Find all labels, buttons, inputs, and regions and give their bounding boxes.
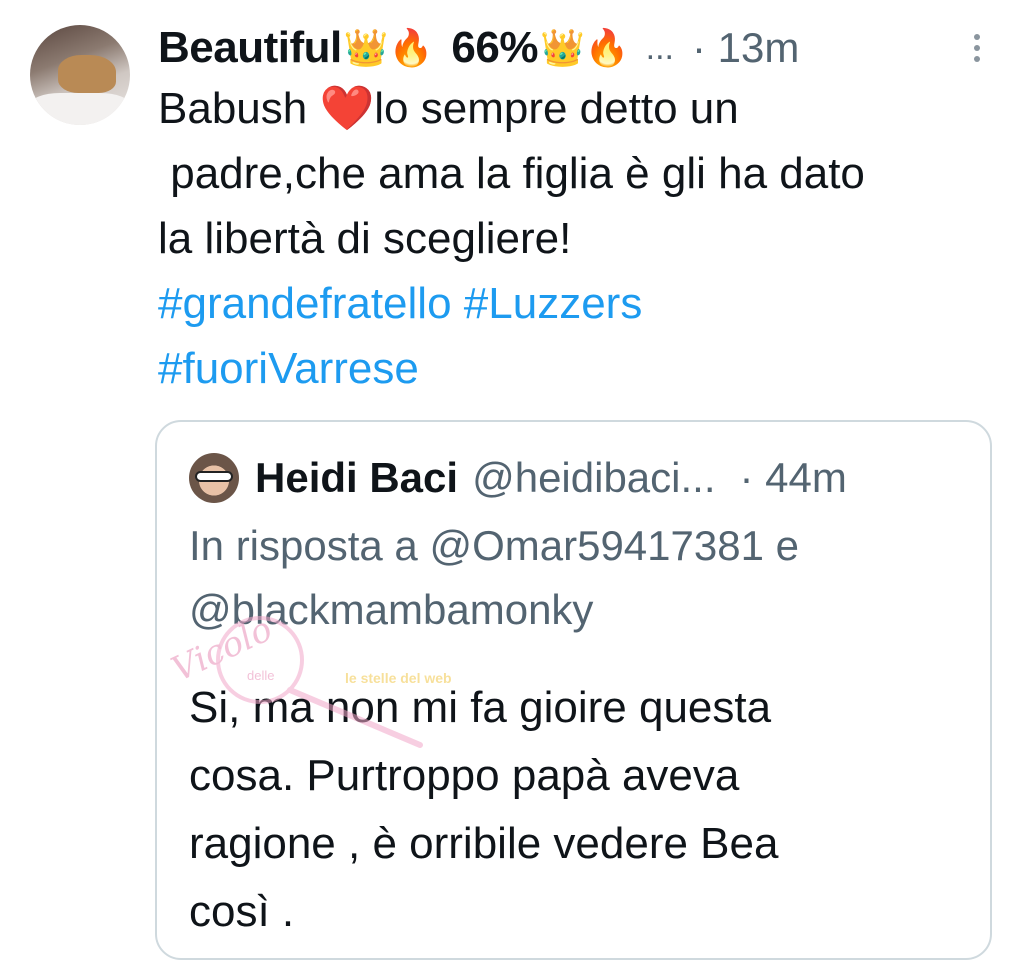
more-options-icon[interactable] <box>974 34 980 62</box>
quote-text: Si, ma non mi fa gioire questa cosa. Pur… <box>189 674 969 946</box>
more-dot <box>974 45 980 51</box>
hashtag-line-1: #grandefratello #Luzzers <box>158 271 1008 336</box>
reply-context-line-2[interactable]: @blackmambamonky <box>189 578 969 642</box>
hashtag-line-2: #fuoriVarrese <box>158 336 1008 401</box>
quote-author-name[interactable]: Heidi Baci <box>255 454 458 502</box>
tweet-text: Babush ❤️lo sempre detto un padre,che am… <box>158 76 1008 401</box>
hashtag-link[interactable]: #fuoriVarrese <box>158 344 419 393</box>
quote-author-avatar[interactable] <box>189 453 239 503</box>
author-name-percent[interactable]: 66% <box>451 23 538 73</box>
more-dot <box>974 56 980 62</box>
name-truncation: ... <box>645 28 674 67</box>
reply-context-line-1[interactable]: In risposta a @Omar59417381 e <box>189 514 969 578</box>
sunglasses-icon <box>195 471 233 482</box>
hashtag-link[interactable]: #Luzzers <box>464 279 643 328</box>
reply-context: In risposta a @Omar59417381 e @blackmamb… <box>189 514 969 642</box>
crown-fire-emoji: 👑🔥 <box>343 27 434 68</box>
quoted-tweet[interactable]: Heidi Baci @heidibaci... · 44m In rispos… <box>155 420 992 960</box>
blanket-image <box>30 93 130 125</box>
quote-text-line: Si, ma non mi fa gioire questa <box>189 683 772 732</box>
author-name[interactable]: Beautiful <box>158 23 342 73</box>
quote-text-line: cosa. Purtroppo papà aveva <box>189 751 740 800</box>
quote-text-line: ragione , è orribile vedere Bea <box>189 819 779 868</box>
tweet-header: Beautiful 👑🔥 66% 👑🔥 ... · 13m <box>158 18 984 78</box>
hashtag-link[interactable]: #grandefratello <box>158 279 452 328</box>
heart-emoji: ❤️ <box>319 84 375 133</box>
tweet-text-line-3: la libertà di scegliere! <box>158 214 572 263</box>
crown-fire-emoji-2: 👑🔥 <box>539 27 630 68</box>
quote-text-line: così . <box>189 887 295 936</box>
more-dot <box>974 34 980 40</box>
dog-image <box>58 55 116 93</box>
tweet-text-line-2: padre,che ama la figlia è gli ha dato <box>158 149 865 198</box>
quote-timestamp[interactable]: · 44m <box>740 454 847 502</box>
tweet-text-line-1: Babush ❤️lo sempre detto un <box>158 84 739 133</box>
tweet-timestamp[interactable]: · 13m <box>692 24 799 72</box>
quote-header: Heidi Baci @heidibaci... · 44m <box>189 450 962 506</box>
quote-author-handle[interactable]: @heidibaci... <box>472 454 715 502</box>
author-avatar[interactable] <box>30 25 130 125</box>
